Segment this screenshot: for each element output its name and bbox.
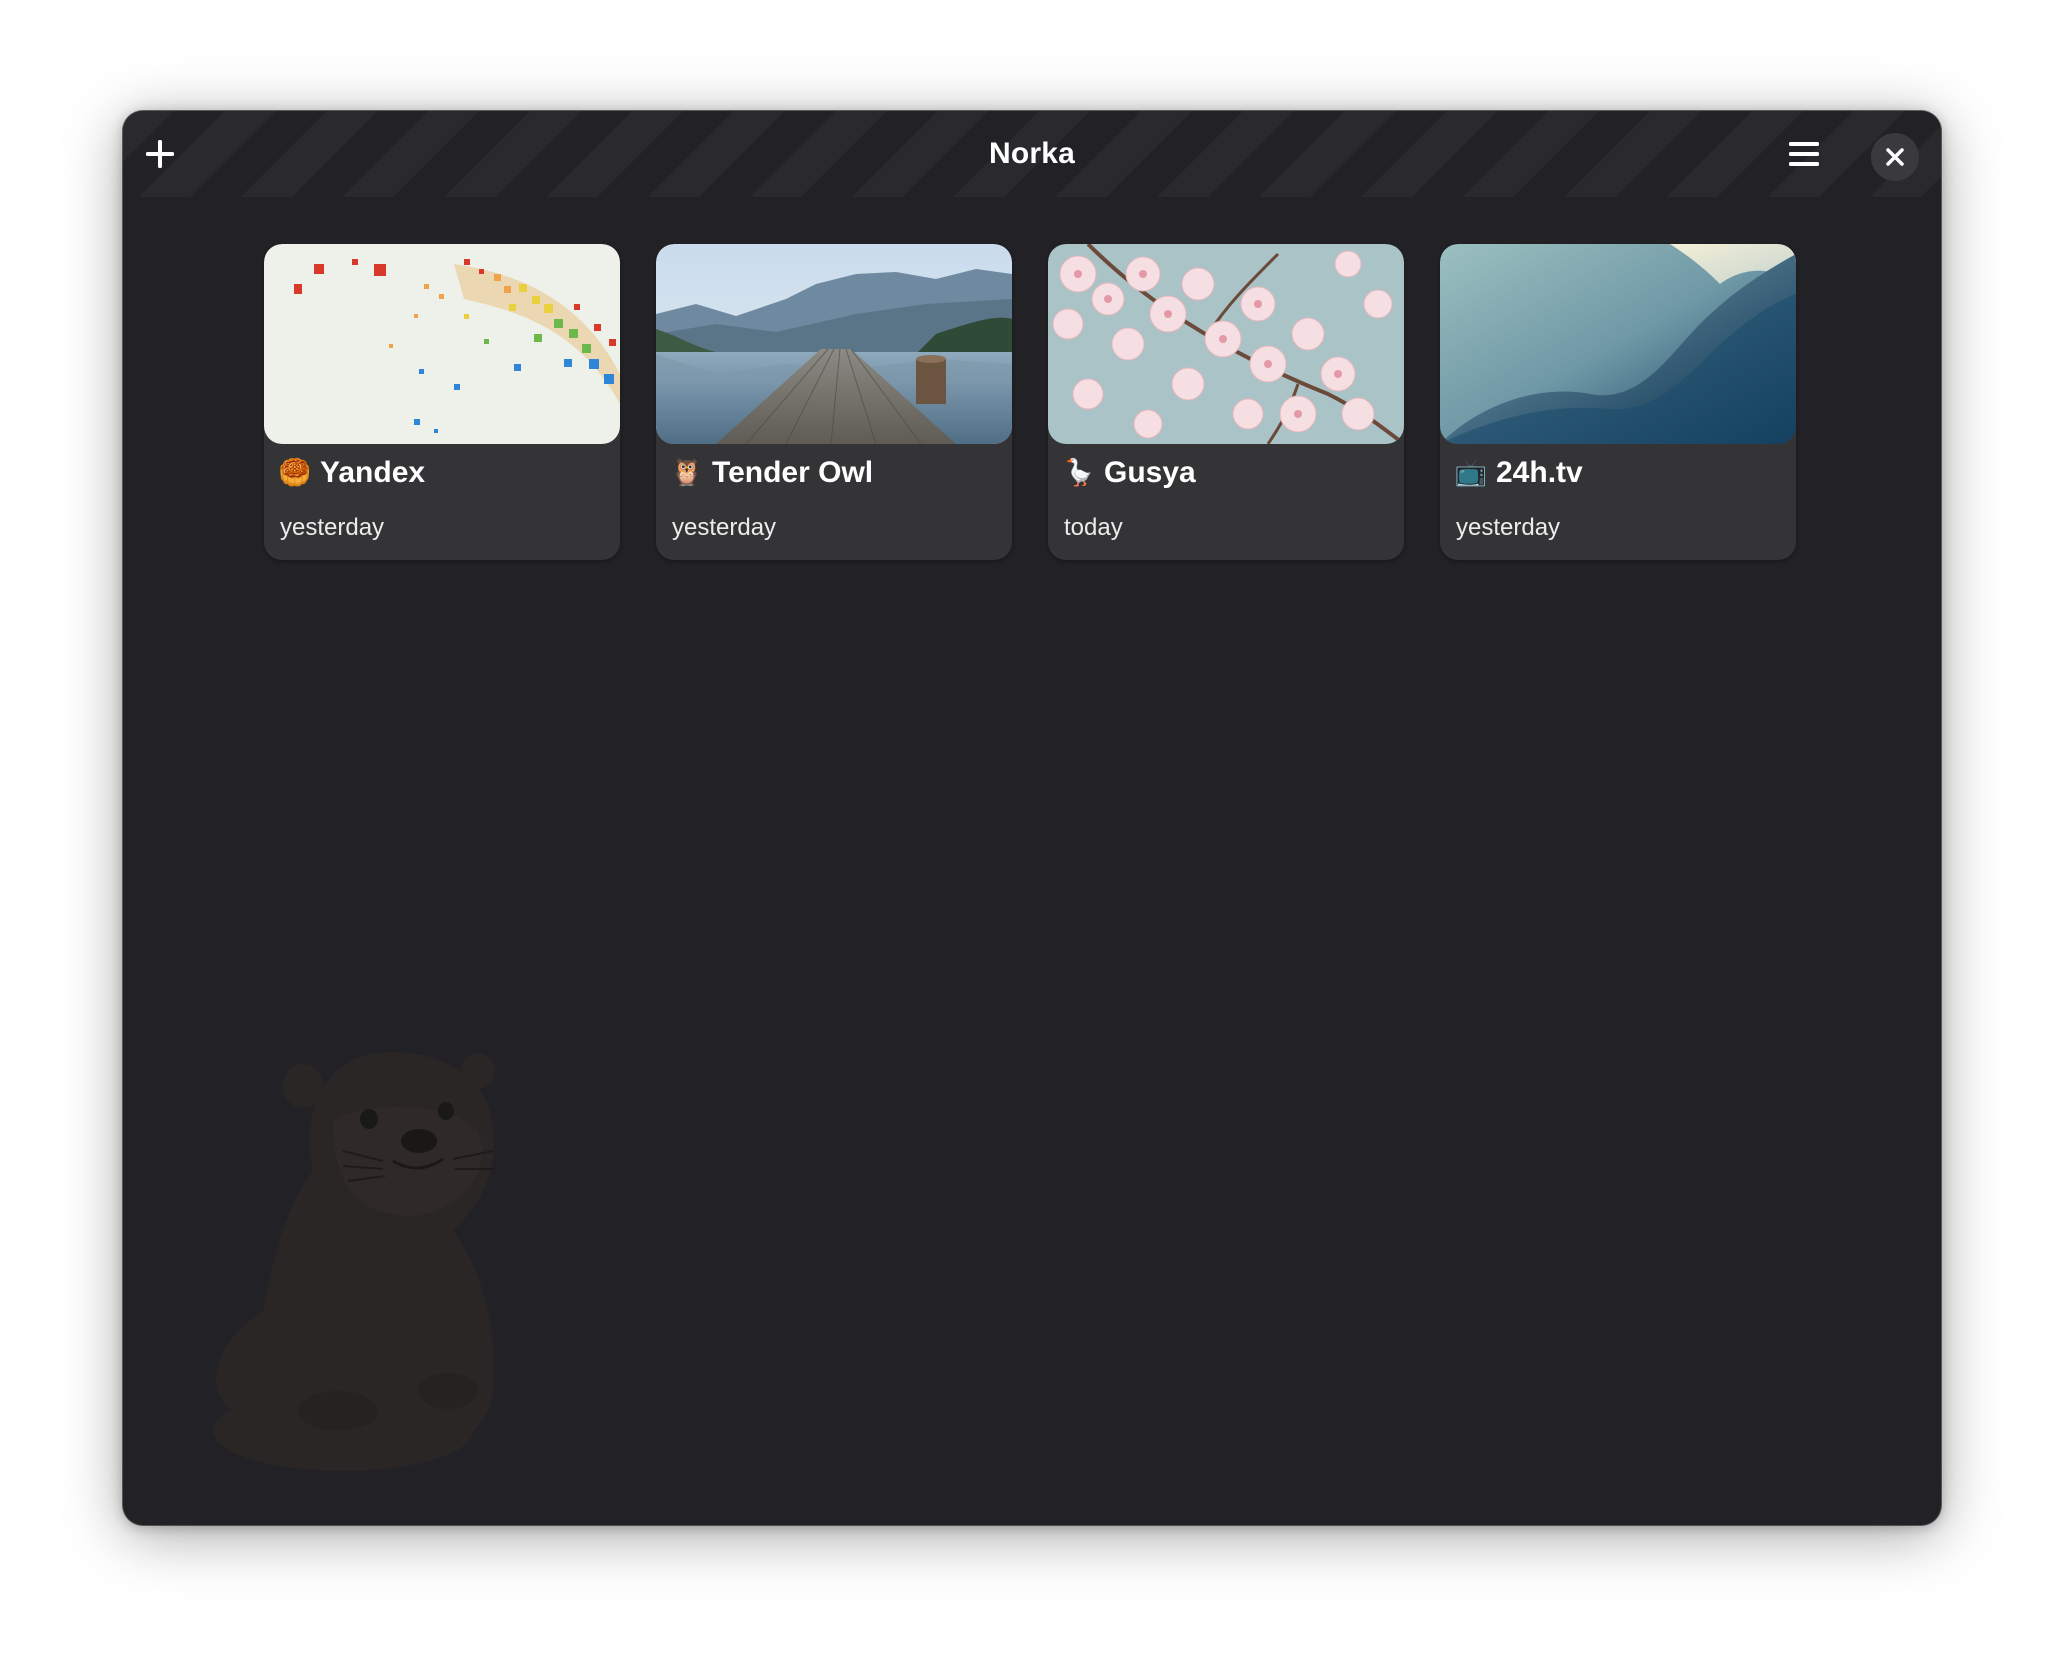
note-card[interactable]: 🦉 Tender Owl yesterday [656,244,1012,560]
headerbar: Norka [123,111,1941,197]
note-card-date: yesterday [1456,514,1561,541]
note-card-date: yesterday [672,514,777,541]
abstract-blue-waves-image [1440,244,1796,444]
hamburger-menu-icon [1789,142,1819,166]
note-card-date: today [1064,514,1123,541]
note-card-title-text: 24h.tv [1496,456,1583,489]
cherry-blossom-image [1048,244,1404,444]
app-window: Norka 🥮 Yandex yesterday 🦉 Tender Owl ye… [123,111,1941,1525]
goose-emoji-icon: 🪿 [1062,458,1096,488]
close-window-button[interactable] [1871,133,1919,181]
note-card-title: 🥮 Yandex [278,456,425,490]
rainbow-confetti-image [264,244,620,444]
mooncake-emoji-icon: 🥮 [278,458,312,488]
main-menu-button[interactable] [1781,131,1827,177]
otter-illustration [213,1052,495,1471]
owl-emoji-icon: 🦉 [670,458,704,488]
lake-pier-mountains-image [656,244,1012,444]
note-card-title: 🦉 Tender Owl [670,456,873,490]
television-emoji-icon: 📺 [1454,458,1488,488]
note-card-title-text: Gusya [1104,456,1196,489]
note-card-title-text: Yandex [320,456,426,489]
note-card[interactable]: 🪿 Gusya today [1048,244,1404,560]
note-card[interactable]: 📺 24h.tv yesterday [1440,244,1796,560]
note-card-title: 🪿 Gusya [1062,456,1196,490]
note-card-title: 📺 24h.tv [1454,456,1583,490]
window-title: Norka [988,137,1076,170]
note-card-date: yesterday [280,514,385,541]
close-icon [1886,148,1904,166]
note-card-title-text: Tender Owl [712,456,874,489]
note-card[interactable]: 🥮 Yandex yesterday [264,244,620,560]
